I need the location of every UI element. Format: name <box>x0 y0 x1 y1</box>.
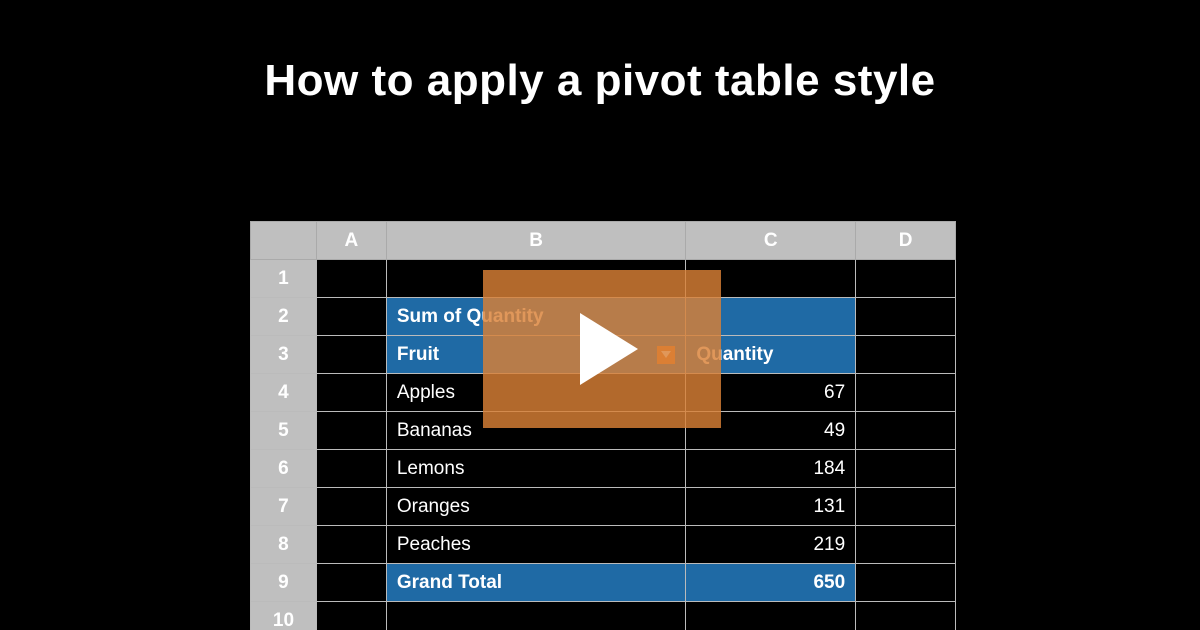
pivot-fruit-qty[interactable]: 184 <box>686 450 856 488</box>
cell[interactable] <box>316 450 386 488</box>
row-header[interactable]: 9 <box>251 564 317 602</box>
row-header[interactable]: 1 <box>251 260 317 298</box>
col-header-b[interactable]: B <box>386 222 685 260</box>
cell[interactable] <box>316 564 386 602</box>
cell[interactable] <box>856 602 956 630</box>
table-row: 10 <box>251 602 956 630</box>
pivot-grand-total-value[interactable]: 650 <box>686 564 856 602</box>
cell[interactable] <box>856 374 956 412</box>
row-header[interactable]: 3 <box>251 336 317 374</box>
cell[interactable] <box>316 602 386 630</box>
col-header-d[interactable]: D <box>856 222 956 260</box>
col-header-a[interactable]: A <box>316 222 386 260</box>
pivot-grand-total-label[interactable]: Grand Total <box>386 564 685 602</box>
play-icon <box>580 313 638 385</box>
pivot-fruit-qty[interactable]: 131 <box>686 488 856 526</box>
cell[interactable] <box>316 260 386 298</box>
cell[interactable] <box>856 564 956 602</box>
corner-cell[interactable] <box>251 222 317 260</box>
cell[interactable] <box>316 298 386 336</box>
pivot-fruit-qty[interactable]: 219 <box>686 526 856 564</box>
cell[interactable] <box>856 412 956 450</box>
table-row: 8 Peaches 219 <box>251 526 956 564</box>
cell[interactable] <box>316 412 386 450</box>
pivot-fruit-name[interactable]: Peaches <box>386 526 685 564</box>
cell[interactable] <box>856 450 956 488</box>
table-row: 7 Oranges 131 <box>251 488 956 526</box>
cell[interactable] <box>316 526 386 564</box>
table-row: 9 Grand Total 650 <box>251 564 956 602</box>
column-header-row: A B C D <box>251 222 956 260</box>
cell[interactable] <box>386 602 685 630</box>
row-header[interactable]: 8 <box>251 526 317 564</box>
fruit-label: Fruit <box>397 344 439 366</box>
video-play-button[interactable] <box>483 270 721 428</box>
cell[interactable] <box>686 602 856 630</box>
cell[interactable] <box>316 374 386 412</box>
pivot-fruit-name[interactable]: Oranges <box>386 488 685 526</box>
cell[interactable] <box>316 488 386 526</box>
row-header[interactable]: 2 <box>251 298 317 336</box>
col-header-c[interactable]: C <box>686 222 856 260</box>
table-row: 6 Lemons 184 <box>251 450 956 488</box>
pivot-fruit-name[interactable]: Lemons <box>386 450 685 488</box>
cell[interactable] <box>856 260 956 298</box>
cell[interactable] <box>856 298 956 336</box>
cell[interactable] <box>856 336 956 374</box>
page-title: How to apply a pivot table style <box>0 56 1200 106</box>
row-header[interactable]: 7 <box>251 488 317 526</box>
row-header[interactable]: 4 <box>251 374 317 412</box>
row-header[interactable]: 6 <box>251 450 317 488</box>
cell[interactable] <box>316 336 386 374</box>
cell[interactable] <box>856 526 956 564</box>
row-header[interactable]: 5 <box>251 412 317 450</box>
row-header[interactable]: 10 <box>251 602 317 630</box>
cell[interactable] <box>856 488 956 526</box>
